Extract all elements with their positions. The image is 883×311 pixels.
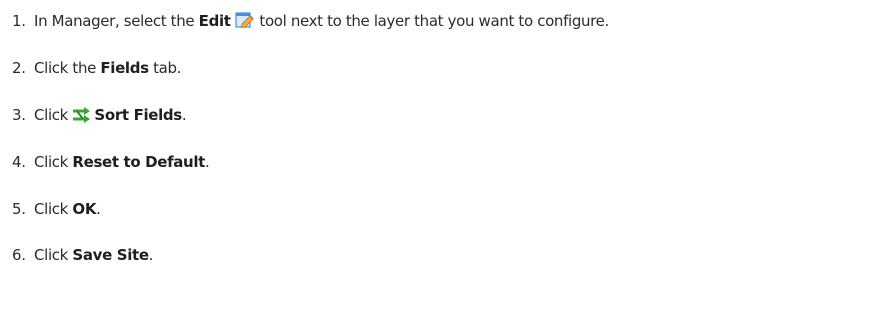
edit-pencil-icon	[235, 11, 255, 29]
step-text: Click the	[34, 59, 96, 77]
step-1: 1. In Manager, select the Edit tool next …	[12, 8, 609, 34]
step-text: In Manager, select the	[34, 12, 195, 30]
step-text: Click	[34, 200, 68, 218]
step-number: 6.	[12, 246, 26, 264]
step-text: Click	[34, 153, 68, 171]
step-text: .	[148, 246, 154, 264]
step-number: 4.	[12, 153, 26, 171]
step-number: 1.	[12, 12, 26, 30]
step-2: 2. Click the Fields tab.	[12, 55, 181, 81]
step-text: .	[181, 106, 187, 124]
step-number: 3.	[12, 106, 26, 124]
sort-fields-label: Sort Fields	[94, 106, 182, 124]
step-text: Click	[34, 106, 68, 124]
edit-label: Edit	[198, 12, 231, 30]
step-text: .	[96, 200, 101, 218]
ok-label: OK	[72, 200, 97, 218]
fields-label: Fields	[100, 59, 149, 77]
step-text: tool next to the layer that you want to …	[259, 12, 609, 30]
step-number: 5.	[12, 200, 26, 218]
step-4: 4. Click Reset to Default.	[12, 149, 210, 175]
step-6: 6. Click Save Site.	[12, 242, 153, 268]
step-text: tab.	[153, 59, 182, 77]
step-text: .	[205, 153, 210, 171]
step-5: 5. Click OK.	[12, 196, 101, 222]
step-number: 2.	[12, 59, 26, 77]
save-site-label: Save Site	[72, 246, 149, 264]
reset-to-default-label: Reset to Default	[72, 153, 206, 171]
sort-fields-icon	[72, 107, 94, 123]
step-text: Click	[34, 246, 68, 264]
step-3: 3. Click Sort Fields.	[12, 102, 187, 128]
